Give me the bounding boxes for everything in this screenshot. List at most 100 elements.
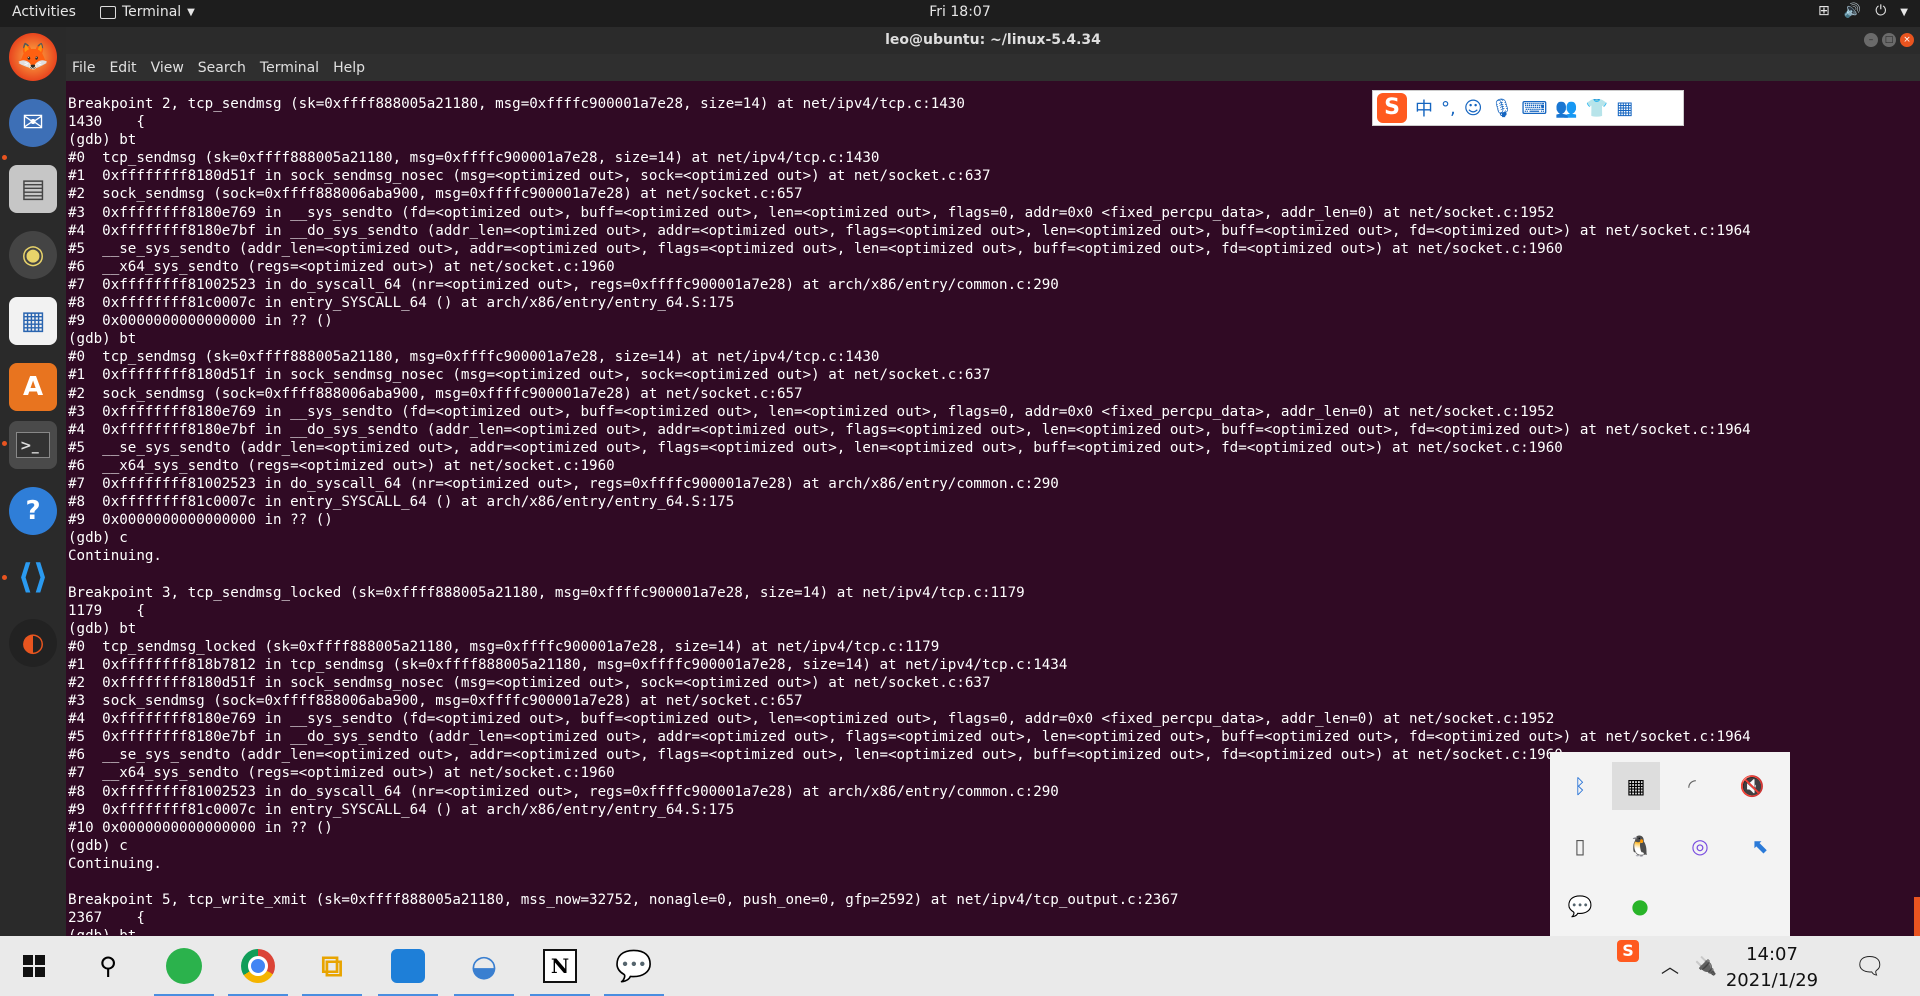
files-icon[interactable]: ▤ — [9, 165, 57, 213]
rhythmbox-icon[interactable]: ◉ — [9, 231, 57, 279]
taskbar: ⚲ ⧉ ◒ N 💬 S ︿ 🔌 14:07 2021/1/29 🗨 — [0, 936, 1920, 996]
terminal-line: #4 0xffffffff8180e7bf in __do_sys_sendto… — [68, 421, 1751, 438]
taskbar-clock[interactable]: 14:07 2021/1/29 — [1722, 942, 1822, 994]
terminal-line: #7 0xffffffff81002523 in do_syscall_64 (… — [68, 475, 1059, 492]
system-tray[interactable]: ⊞ 🔊 ⏻ ▼ — [1818, 3, 1908, 23]
volume-icon[interactable]: 🔊 — [1844, 3, 1861, 23]
terminal-line: #6 __x64_sys_sendto (regs=<optimized out… — [68, 457, 615, 474]
terminal-line: #4 0xffffffff8180e7bf in __do_sys_sendto… — [68, 222, 1751, 239]
search-icon[interactable]: ⚲ — [78, 942, 138, 990]
bluetooth-icon[interactable]: ᛒ — [1560, 766, 1600, 806]
chrome-icon[interactable] — [228, 942, 288, 996]
skin-icon[interactable]: 👕 — [1586, 98, 1608, 119]
app-tray-icon-2[interactable]: ● — [1620, 886, 1660, 926]
menu-search[interactable]: Search — [198, 60, 246, 76]
terminal-line: #9 0x0000000000000000 in ?? () — [68, 313, 333, 330]
store-icon[interactable]: ▦ — [1612, 762, 1660, 810]
terminal-line: #0 tcp_sendmsg (sk=0xffff888005a21180, m… — [68, 150, 880, 167]
top-bar: Activities Terminal ▼ Fri 18:07 ⊞ 🔊 ⏻ ▼ — [0, 0, 1920, 27]
grid-icon[interactable]: ▦ — [1616, 98, 1633, 119]
app-taskbar-icon-1[interactable] — [154, 942, 214, 996]
terminal-line: (gdb) c — [68, 530, 128, 547]
terminal-line: #4 0xffffffff8180e769 in __sys_sendto (f… — [68, 711, 1555, 728]
running-indicator — [2, 441, 7, 446]
notion-icon[interactable]: N — [530, 942, 590, 996]
notification-icon[interactable]: 🗨 — [1840, 942, 1900, 990]
terminal-dock-icon[interactable]: >_ — [9, 421, 57, 469]
firefox-icon[interactable]: 🦊 — [9, 33, 57, 81]
title-bar[interactable]: leo@ubuntu: ~/linux-5.4.34 – □ × — [66, 27, 1920, 54]
terminal-line: #3 sock_sendmsg (sock=0xffff888006aba900… — [68, 693, 803, 710]
close-icon[interactable]: × — [1900, 33, 1914, 47]
maximize-icon[interactable]: □ — [1882, 33, 1896, 47]
app-taskbar-icon-2[interactable]: ◒ — [454, 942, 514, 996]
terminal-line: #5 __se_sys_sendto (addr_len=<optimized … — [68, 240, 1563, 257]
software-center-icon[interactable]: A — [9, 363, 57, 411]
top-bar-clock[interactable]: Fri 18:07 — [0, 4, 1920, 20]
taskbar-time: 14:07 — [1746, 944, 1798, 965]
network-icon[interactable]: ⊞ — [1818, 3, 1830, 23]
terminal-line: #0 tcp_sendmsg (sk=0xffff888005a21180, m… — [68, 349, 880, 366]
thunderbird-icon[interactable]: ✉ — [9, 99, 57, 147]
usb-icon[interactable]: ▯ — [1560, 826, 1600, 866]
terminal-line: #3 0xffffffff8180e769 in __sys_sendto (f… — [68, 403, 1555, 420]
menu-edit[interactable]: Edit — [109, 60, 136, 76]
vscode-icon[interactable]: ⟨⟩ — [9, 553, 57, 601]
terminal-line: #8 0xffffffff81c0007c in entry_SYSCALL_6… — [68, 295, 735, 312]
terminal-line: (gdb) bt — [68, 331, 137, 348]
terminal-line: Breakpoint 3, tcp_sendmsg_locked (sk=0xf… — [68, 584, 1025, 601]
chevron-down-icon[interactable]: ▼ — [1900, 3, 1908, 23]
window-controls: – □ × — [1864, 33, 1914, 47]
terminal-line: 1179 { — [68, 602, 145, 619]
ime-toolbar[interactable]: S 中 °, ☺ 🎙 ⌨ 👥 👕 ▦ — [1372, 90, 1684, 126]
emoji-icon[interactable]: ☺ — [1464, 98, 1483, 119]
user-icon[interactable]: 👥 — [1555, 98, 1577, 119]
wechat-tray-icon[interactable]: 💬 — [1560, 886, 1600, 926]
running-indicator — [2, 155, 7, 160]
app-tray-icon[interactable]: ◎ — [1680, 826, 1720, 866]
app-icon[interactable]: ◐ — [9, 619, 57, 667]
scrollbar[interactable] — [1914, 897, 1920, 937]
terminal-line: #0 tcp_sendmsg_locked (sk=0xffff888005a2… — [68, 638, 940, 655]
tray-overflow-popup: ᛒ ▦ ◜ 🔇 ▯ 🐧 ◎ ⬉ 💬 ● — [1550, 752, 1790, 936]
terminal-line: (gdb) bt — [68, 132, 137, 149]
terminal-line: #5 0xffffffff8180e7bf in __do_sys_sendto… — [68, 729, 1751, 746]
cursor-icon[interactable]: ⬉ — [1740, 826, 1780, 866]
terminal-line: (gdb) bt — [68, 620, 137, 637]
ime-punctuation[interactable]: °, — [1441, 98, 1456, 119]
terminal-line: #6 __x64_sys_sendto (regs=<optimized out… — [68, 258, 615, 275]
keyboard-icon[interactable]: ⌨ — [1521, 98, 1547, 119]
terminal-line: Continuing. — [68, 548, 162, 565]
terminal-line: #1 0xffffffff8180d51f in sock_sendmsg_no… — [68, 367, 991, 384]
windows-start-icon[interactable] — [4, 942, 64, 990]
wechat-icon[interactable]: 💬 — [604, 942, 664, 996]
terminal-line: #5 __se_sys_sendto (addr_len=<optimized … — [68, 439, 1563, 456]
dock: 🦊 ✉ ▤ ◉ ▦ A >_ ? ⟨⟩ ◐ — [0, 27, 66, 936]
terminal-line: #2 0xffffffff8180d51f in sock_sendmsg_no… — [68, 675, 991, 691]
terminal-line: #1 0xffffffff8180d51f in sock_sendmsg_no… — [68, 168, 991, 185]
mute-icon[interactable]: 🔇 — [1732, 766, 1772, 806]
window-title: leo@ubuntu: ~/linux-5.4.34 — [885, 32, 1101, 48]
menu-terminal[interactable]: Terminal — [260, 60, 319, 76]
running-indicator — [2, 575, 7, 580]
terminal-line: #3 0xffffffff8180e769 in __sys_sendto (f… — [68, 204, 1555, 221]
writer-icon[interactable]: ▦ — [9, 297, 57, 345]
terminal-line: #8 0xffffffff81c0007c in entry_SYSCALL_6… — [68, 494, 735, 511]
wifi-icon[interactable]: ◜ — [1672, 766, 1712, 806]
power-icon[interactable]: ⏻ — [1875, 3, 1886, 23]
terminal-line: #7 0xffffffff81002523 in do_syscall_64 (… — [68, 276, 1059, 293]
ime-mode[interactable]: 中 — [1415, 95, 1433, 121]
menu-view[interactable]: View — [151, 60, 184, 76]
vmware-icon[interactable]: ⧉ — [302, 942, 362, 996]
menu-help[interactable]: Help — [333, 60, 365, 76]
qq-icon[interactable]: 🐧 — [1620, 826, 1660, 866]
minimize-icon[interactable]: – — [1864, 33, 1878, 47]
terminal-line: #9 0x0000000000000000 in ?? () — [68, 512, 333, 529]
terminal-line: #1 0xffffffff818b7812 in tcp_sendmsg (sk… — [68, 656, 1068, 673]
menu-file[interactable]: File — [72, 60, 95, 76]
tablet-app-icon[interactable] — [378, 942, 438, 996]
help-icon[interactable]: ? — [9, 487, 57, 535]
sogou-logo-icon[interactable]: S — [1377, 93, 1407, 123]
microphone-icon[interactable]: 🎙 — [1491, 98, 1514, 119]
